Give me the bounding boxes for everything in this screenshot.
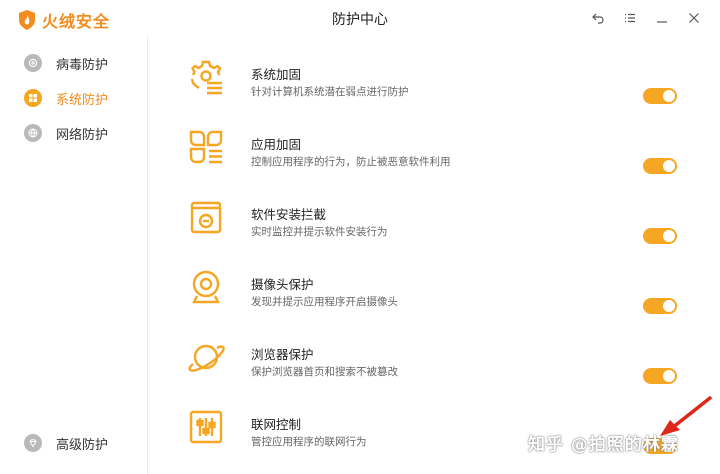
list-item-browser-protection: 浏览器保护 保护浏览器首页和搜索不被篡改 [149, 328, 720, 398]
sidebar-item-system-protection[interactable]: 系统防护 [24, 87, 108, 109]
sidebar-item-label: 网络防护 [56, 127, 109, 143]
close-button[interactable] [678, 8, 710, 28]
sliders-icon [189, 410, 223, 444]
list-item-app-hardening: 应用加固 控制应用程序的行为，防止被恶意软件利用 [149, 118, 720, 188]
system-hardening-toggle[interactable] [643, 88, 677, 104]
globe-icon [24, 124, 42, 142]
camera-protection-toggle[interactable] [643, 298, 677, 314]
sidebar-item-advanced-protection[interactable]: 高级防护 [24, 432, 108, 454]
item-description: 发现并提示应用程序开启摄像头 [251, 296, 398, 308]
sidebar-item-label: 病毒防护 [56, 57, 109, 73]
item-description: 管控应用程序的联网行为 [251, 436, 367, 448]
title-bar: 火绒安全 防护中心 [0, 0, 720, 36]
item-description: 针对计算机系统潜在弱点进行防护 [251, 86, 409, 98]
item-description: 控制应用程序的行为，防止被恶意软件利用 [251, 156, 451, 168]
sidebar-item-label: 系统防护 [56, 92, 109, 108]
list-item-install-block: 软件安装拦截 实时监控并提示软件安装行为 [149, 188, 720, 258]
protection-list: 系统加固 针对计算机系统潜在弱点进行防护 应用加固 控制应用程序的行为，防止被恶… [149, 36, 720, 474]
item-title: 摄像头保护 [251, 277, 314, 292]
item-title: 联网控制 [251, 417, 302, 432]
minimize-button[interactable] [646, 8, 678, 28]
windows-icon [24, 89, 42, 107]
item-title: 软件安装拦截 [251, 207, 327, 222]
item-description: 实时监控并提示软件安装行为 [251, 226, 388, 238]
browser-protection-toggle[interactable] [643, 368, 677, 384]
install-box-icon [190, 201, 222, 234]
toggle-knob [663, 160, 675, 172]
toggle-knob [663, 300, 675, 312]
app-grid-icon [189, 130, 223, 164]
item-description: 保护浏览器首页和搜索不被篡改 [251, 366, 398, 378]
annotation-arrow-icon [660, 396, 712, 436]
toggle-knob [663, 90, 675, 102]
toggle-knob [663, 230, 675, 242]
install-block-toggle[interactable] [643, 228, 677, 244]
toggle-knob [663, 370, 675, 382]
sidebar-item-label: 高级防护 [56, 437, 109, 453]
sidebar-item-network-protection[interactable]: 网络防护 [24, 122, 108, 144]
planet-icon [188, 344, 225, 372]
minimize-icon [657, 21, 667, 23]
list-item-camera-protection: 摄像头保护 发现并提示应用程序开启摄像头 [149, 258, 720, 328]
window-controls [582, 8, 710, 28]
close-icon [689, 13, 699, 23]
camera-icon [192, 270, 220, 304]
item-title: 系统加固 [251, 67, 302, 82]
app-hardening-toggle[interactable] [643, 158, 677, 174]
menu-icon [625, 13, 635, 23]
gem-icon [24, 434, 42, 452]
sidebar-item-virus-protection[interactable]: 病毒防护 [24, 52, 108, 74]
back-button[interactable] [582, 8, 614, 28]
gear-list-icon [190, 60, 222, 95]
item-title: 浏览器保护 [251, 347, 314, 362]
back-icon [592, 13, 604, 24]
list-item-system-hardening: 系统加固 针对计算机系统潜在弱点进行防护 [149, 48, 720, 118]
sidebar: 病毒防护 系统防护 网络防护 高级防护 [0, 36, 148, 474]
item-title: 应用加固 [251, 137, 302, 152]
plus-shield-icon [24, 54, 42, 72]
menu-button[interactable] [614, 8, 646, 28]
